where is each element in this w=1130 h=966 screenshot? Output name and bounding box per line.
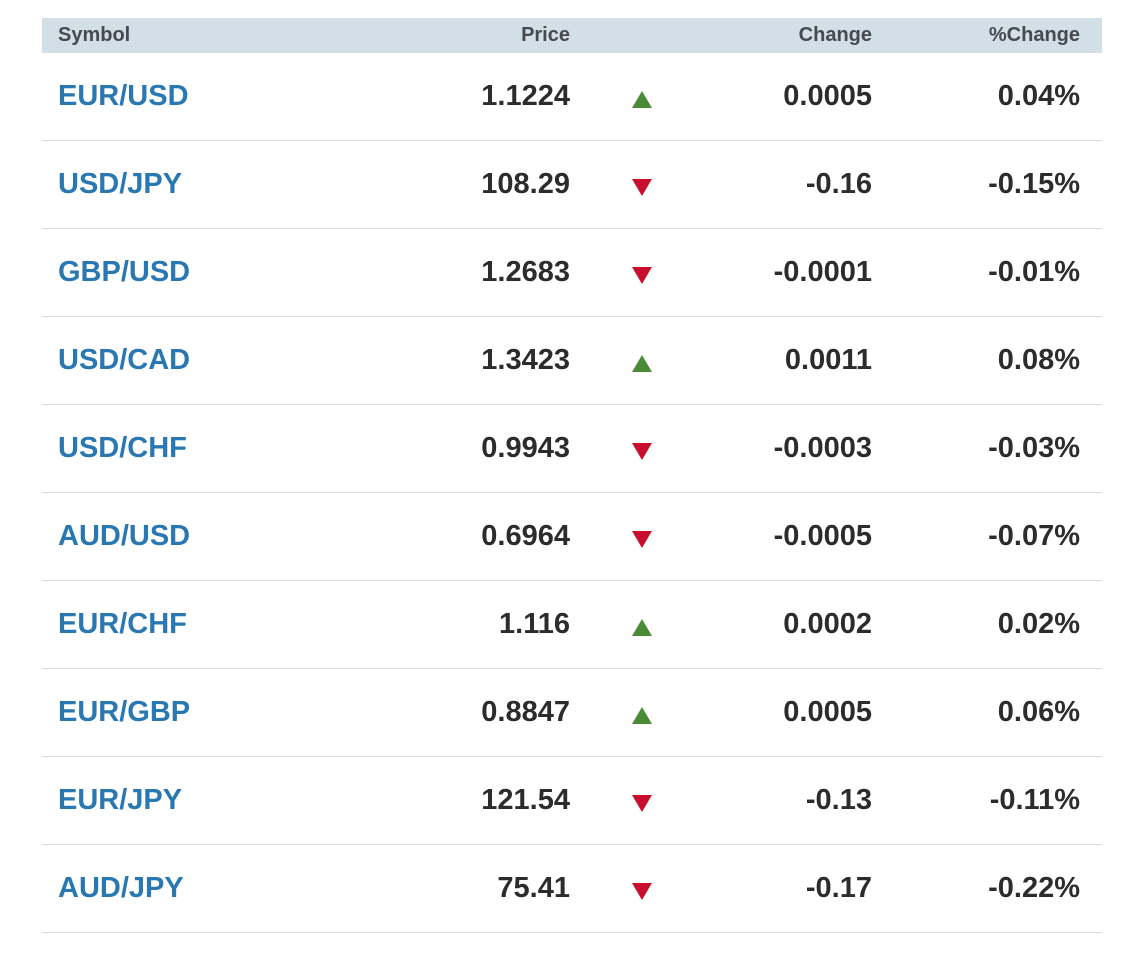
header-symbol[interactable]: Symbol [42, 18, 422, 53]
header-direction [572, 18, 712, 53]
triangle-down-icon [632, 266, 652, 284]
direction-cell [572, 53, 712, 141]
direction-cell [572, 580, 712, 669]
price-cell: 1.116 [422, 580, 572, 669]
pct-change-cell: 0.02% [874, 580, 1102, 669]
triangle-down-icon [632, 794, 652, 812]
symbol-link[interactable]: USD/CAD [58, 344, 190, 376]
header-change[interactable]: Change [712, 18, 874, 53]
table-row: AUD/USD 0.6964 -0.0005 -0.07% [42, 492, 1102, 581]
symbol-cell: EUR/CHF [42, 580, 422, 669]
table-row: EUR/JPY 121.54 -0.13 -0.11% [42, 756, 1102, 845]
price-cell: 1.1224 [422, 53, 572, 141]
table-row: AUD/JPY 75.41 -0.17 -0.22% [42, 844, 1102, 933]
symbol-cell: USD/JPY [42, 140, 422, 229]
symbol-cell: AUD/USD [42, 492, 422, 581]
triangle-down-icon [632, 442, 652, 460]
price-cell: 0.6964 [422, 492, 572, 581]
table-row: EUR/USD 1.1224 0.0005 0.04% [42, 53, 1102, 141]
price-cell: 121.54 [422, 756, 572, 845]
price-cell: 75.41 [422, 844, 572, 933]
direction-cell [572, 756, 712, 845]
change-cell: 0.0011 [712, 316, 874, 405]
header-pct-change[interactable]: %Change [874, 18, 1102, 53]
symbol-cell: EUR/USD [42, 53, 422, 141]
triangle-up-icon [632, 706, 652, 724]
direction-cell [572, 316, 712, 405]
pct-change-cell: 0.08% [874, 316, 1102, 405]
price-cell: 1.3423 [422, 316, 572, 405]
symbol-cell: EUR/JPY [42, 756, 422, 845]
table-row: USD/CAD 1.3423 0.0011 0.08% [42, 316, 1102, 405]
symbol-link[interactable]: USD/CHF [58, 432, 187, 464]
table-row: USD/JPY 108.29 -0.16 -0.15% [42, 140, 1102, 229]
triangle-up-icon [632, 90, 652, 108]
price-cell: 108.29 [422, 140, 572, 229]
direction-cell [572, 668, 712, 757]
table-row: EUR/GBP 0.8847 0.0005 0.06% [42, 668, 1102, 757]
pct-change-cell: -0.03% [874, 404, 1102, 493]
currency-quotes-table: Symbol Price Change %Change EUR/USD 1.12… [42, 18, 1102, 933]
change-cell: 0.0002 [712, 580, 874, 669]
symbol-cell: AUD/JPY [42, 844, 422, 933]
change-cell: -0.17 [712, 844, 874, 933]
table-row: EUR/CHF 1.116 0.0002 0.02% [42, 580, 1102, 669]
direction-cell [572, 844, 712, 933]
triangle-down-icon [632, 882, 652, 900]
pct-change-cell: -0.15% [874, 140, 1102, 229]
direction-cell [572, 492, 712, 581]
symbol-cell: EUR/GBP [42, 668, 422, 757]
header-row: Symbol Price Change %Change [42, 18, 1102, 53]
change-cell: 0.0005 [712, 53, 874, 141]
header-price[interactable]: Price [422, 18, 572, 53]
symbol-link[interactable]: EUR/USD [58, 80, 189, 112]
change-cell: -0.0003 [712, 404, 874, 493]
pct-change-cell: 0.06% [874, 668, 1102, 757]
price-cell: 0.8847 [422, 668, 572, 757]
triangle-down-icon [632, 178, 652, 196]
direction-cell [572, 140, 712, 229]
pct-change-cell: -0.07% [874, 492, 1102, 581]
pct-change-cell: -0.22% [874, 844, 1102, 933]
pct-change-cell: -0.01% [874, 228, 1102, 317]
change-cell: 0.0005 [712, 668, 874, 757]
triangle-up-icon [632, 618, 652, 636]
symbol-link[interactable]: EUR/CHF [58, 608, 187, 640]
table-body: EUR/USD 1.1224 0.0005 0.04% USD/JPY 108.… [42, 53, 1102, 933]
triangle-down-icon [632, 530, 652, 548]
direction-cell [572, 228, 712, 317]
triangle-up-icon [632, 354, 652, 372]
change-cell: -0.13 [712, 756, 874, 845]
change-cell: -0.0005 [712, 492, 874, 581]
symbol-link[interactable]: EUR/GBP [58, 696, 190, 728]
table-row: GBP/USD 1.2683 -0.0001 -0.01% [42, 228, 1102, 317]
pct-change-cell: 0.04% [874, 53, 1102, 141]
symbol-link[interactable]: USD/JPY [58, 168, 182, 200]
symbol-link[interactable]: EUR/JPY [58, 784, 182, 816]
price-cell: 0.9943 [422, 404, 572, 493]
price-cell: 1.2683 [422, 228, 572, 317]
direction-cell [572, 404, 712, 493]
table-header: Symbol Price Change %Change [42, 18, 1102, 53]
symbol-link[interactable]: GBP/USD [58, 256, 190, 288]
change-cell: -0.0001 [712, 228, 874, 317]
change-cell: -0.16 [712, 140, 874, 229]
symbol-cell: USD/CAD [42, 316, 422, 405]
symbol-link[interactable]: AUD/JPY [58, 872, 184, 904]
symbol-cell: GBP/USD [42, 228, 422, 317]
table-row: USD/CHF 0.9943 -0.0003 -0.03% [42, 404, 1102, 493]
pct-change-cell: -0.11% [874, 756, 1102, 845]
symbol-cell: USD/CHF [42, 404, 422, 493]
symbol-link[interactable]: AUD/USD [58, 520, 190, 552]
